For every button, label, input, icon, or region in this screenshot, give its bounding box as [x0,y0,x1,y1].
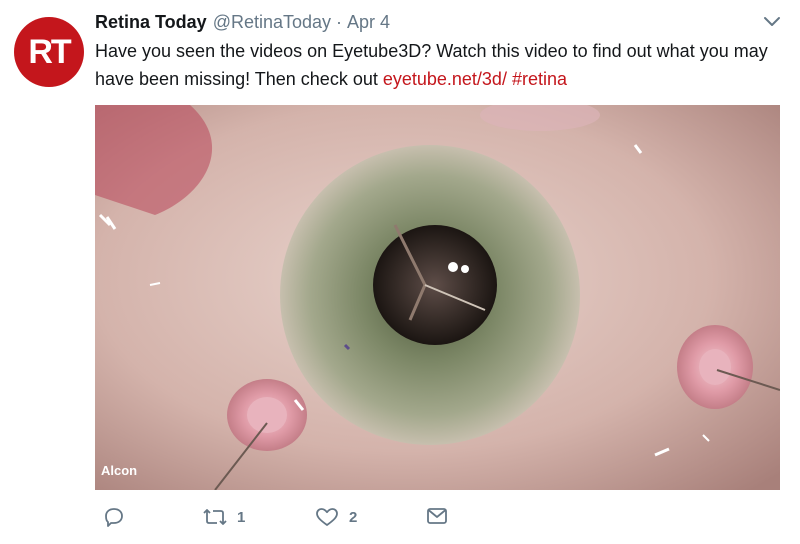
like-count: 2 [349,508,358,526]
reply-icon [103,506,125,528]
tweet-header: Retina Today @RetinaToday · Apr 4 [95,12,390,36]
header-separator: · [336,12,343,32]
author-name[interactable]: Retina Today [95,12,207,33]
tweet: RT Retina Today @RetinaToday · Apr 4 Hav… [0,0,800,544]
heart-icon [315,506,339,528]
video-thumbnail[interactable]: Alcon [95,105,780,490]
direct-message-button[interactable] [426,506,448,526]
envelope-icon [426,506,448,526]
tweet-text: Have you seen the videos on Eyetube3D? W… [95,37,785,93]
tweet-actions: 1 2 [95,506,695,536]
reply-button[interactable] [103,506,125,528]
retweet-icon [203,506,227,528]
surgical-video-image: Alcon [95,105,780,490]
hashtag-link[interactable]: #retina [512,69,567,89]
tweet-date[interactable]: Apr 4 [347,12,390,33]
avatar[interactable]: RT [14,17,84,87]
author-handle[interactable]: @RetinaToday [213,12,331,33]
more-options-chevron-down-icon[interactable] [762,14,782,30]
avatar-text: RT [28,32,71,71]
like-button[interactable]: 2 [315,506,357,528]
retweet-count: 1 [237,508,246,526]
tweet-link[interactable]: eyetube.net/3d/ [383,69,507,89]
video-watermark: Alcon [101,463,137,478]
retweet-button[interactable]: 1 [203,506,245,528]
